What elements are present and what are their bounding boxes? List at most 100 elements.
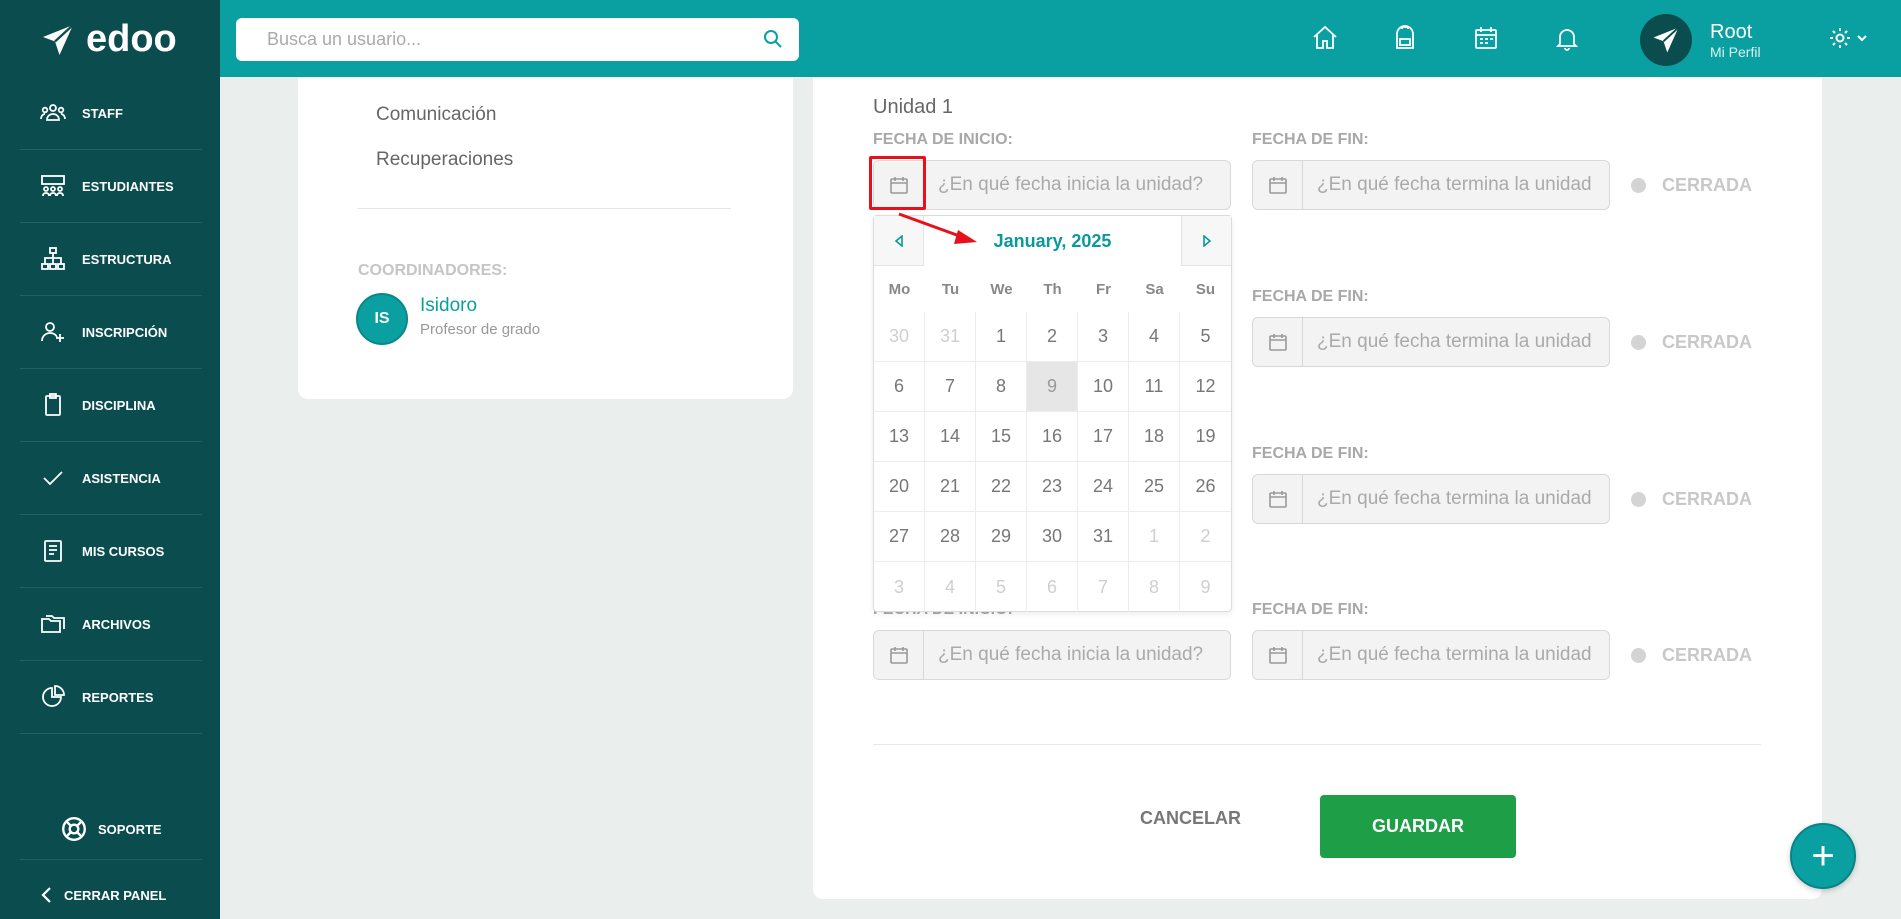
calendar-day[interactable]: 15 [976, 412, 1027, 462]
caret-right-icon [1202, 235, 1211, 247]
start-date-field [873, 630, 1231, 680]
cancel-button[interactable]: CANCELAR [1140, 808, 1241, 829]
calendar-day[interactable]: 18 [1129, 412, 1180, 462]
sidebar-item-label: STAFF [82, 105, 123, 121]
start-date-calendar-button[interactable] [874, 631, 924, 679]
brand-logo[interactable]: edoo [40, 18, 177, 61]
avatar[interactable] [1640, 14, 1692, 66]
weekday-label: Sa [1145, 280, 1164, 298]
sidebar-item-disciplina[interactable]: DISCIPLINA [20, 369, 202, 442]
calendar-day[interactable]: 6 [1027, 562, 1078, 612]
sidebar-item-estudiantes[interactable]: ESTUDIANTES [20, 150, 202, 223]
calendar-day[interactable]: 23 [1027, 462, 1078, 512]
calendar-button[interactable] [1472, 24, 1502, 54]
calendar-day[interactable]: 4 [1129, 312, 1180, 362]
sidebar-item-estructura[interactable]: ESTRUCTURA [20, 223, 202, 296]
staff-icon [40, 104, 66, 121]
calendar-day[interactable]: 30 [1027, 512, 1078, 562]
home-button[interactable] [1311, 24, 1341, 54]
prev-month-button[interactable] [874, 216, 924, 266]
calendar-day[interactable]: 8 [976, 362, 1027, 412]
calendar-day[interactable]: 3 [874, 562, 925, 612]
unit-title: Unidad 1 [873, 96, 954, 118]
calendar-day[interactable]: 25 [1129, 462, 1180, 512]
weekday-header: Mo Tu We Th Fr Sa Su [874, 266, 1231, 312]
calendar-day[interactable]: 27 [874, 512, 925, 562]
side-link-recuperaciones[interactable]: Recuperaciones [376, 149, 513, 171]
calendar-day[interactable]: 9 [1027, 362, 1078, 412]
calendar-day[interactable]: 20 [874, 462, 925, 512]
start-date-input[interactable] [938, 644, 1228, 666]
user-name[interactable]: Root [1710, 21, 1752, 44]
end-date-field [1252, 160, 1610, 210]
pie-chart-icon [42, 685, 65, 707]
sidebar-item-reportes[interactable]: REPORTES [20, 661, 202, 734]
start-date-input[interactable] [938, 174, 1228, 196]
close-panel-button[interactable]: CERRAR PANEL [40, 886, 166, 904]
support-link[interactable]: SOPORTE [60, 815, 162, 843]
calendar-day[interactable]: 28 [925, 512, 976, 562]
search-input[interactable] [267, 29, 747, 50]
calendar-day[interactable]: 13 [874, 412, 925, 462]
end-date-input[interactable] [1317, 174, 1607, 196]
end-date-calendar-button[interactable] [1253, 631, 1303, 679]
coordinator-name[interactable]: Isidoro [420, 295, 477, 317]
calendar-day[interactable]: 17 [1078, 412, 1129, 462]
end-date-calendar-button[interactable] [1253, 475, 1303, 523]
calendar-day[interactable]: 24 [1078, 462, 1129, 512]
calendar-day[interactable]: 5 [1180, 312, 1231, 362]
calendar-day[interactable]: 30 [874, 312, 925, 362]
end-date-calendar-button[interactable] [1253, 318, 1303, 366]
sidebar-item-staff[interactable]: STAFF [20, 77, 202, 150]
calendar-day[interactable]: 11 [1129, 362, 1180, 412]
notifications-button[interactable] [1553, 24, 1583, 54]
calendar-day[interactable]: 21 [925, 462, 976, 512]
calendar-day[interactable]: 7 [925, 362, 976, 412]
calendar-day[interactable]: 5 [976, 562, 1027, 612]
caret-down-icon [1857, 35, 1867, 42]
calendar-day[interactable]: 9 [1180, 562, 1231, 612]
backpack-button[interactable] [1391, 24, 1421, 54]
save-button[interactable]: GUARDAR [1320, 795, 1516, 858]
datepicker-days: 30 31 1 2 3 4 5 6 7 8 9 10 11 12 13 14 15 16 17 18 19 20 21 22 2… [874, 312, 1231, 612]
calendar-day[interactable]: 31 [1078, 512, 1129, 562]
search-icon[interactable] [763, 29, 783, 49]
calendar-icon [1268, 647, 1287, 664]
calendar-day[interactable]: 29 [976, 512, 1027, 562]
calendar-day[interactable]: 19 [1180, 412, 1231, 462]
sidebar-item-mis-cursos[interactable]: MIS CURSOS [20, 515, 202, 588]
calendar-day[interactable]: 6 [874, 362, 925, 412]
profile-link[interactable]: Mi Perfil [1710, 44, 1761, 60]
calendar-day[interactable]: 2 [1027, 312, 1078, 362]
calendar-day[interactable]: 31 [925, 312, 976, 362]
add-fab-button[interactable]: + [1790, 823, 1856, 889]
calendar-day[interactable]: 3 [1078, 312, 1129, 362]
calendar-day[interactable]: 12 [1180, 362, 1231, 412]
calendar-day[interactable]: 1 [976, 312, 1027, 362]
calendar-day[interactable]: 1 [1129, 512, 1180, 562]
weekday-label: Su [1195, 280, 1216, 298]
chevron-left-icon [41, 887, 51, 903]
status-badge: CERRADA [1631, 489, 1752, 510]
sidebar-item-asistencia[interactable]: ASISTENCIA [20, 442, 202, 515]
calendar-day[interactable]: 26 [1180, 462, 1231, 512]
end-date-calendar-button[interactable] [1253, 161, 1303, 209]
calendar-day[interactable]: 8 [1129, 562, 1180, 612]
book-icon [44, 540, 62, 562]
sidebar-item-archivos[interactable]: ARCHIVOS [20, 588, 202, 661]
sidebar-item-inscripcion[interactable]: INSCRIPCIÓN [20, 296, 202, 369]
next-month-button[interactable] [1181, 216, 1231, 266]
calendar-day[interactable]: 14 [925, 412, 976, 462]
calendar-day[interactable]: 16 [1027, 412, 1078, 462]
calendar-day[interactable]: 4 [925, 562, 976, 612]
settings-menu[interactable] [1828, 26, 1868, 50]
calendar-day[interactable]: 22 [976, 462, 1027, 512]
datepicker-month-title[interactable]: January, 2025 [924, 216, 1181, 266]
calendar-day[interactable]: 7 [1078, 562, 1129, 612]
end-date-input[interactable] [1317, 644, 1607, 666]
side-link-comunicacion[interactable]: Comunicación [376, 104, 496, 126]
calendar-day[interactable]: 10 [1078, 362, 1129, 412]
end-date-input[interactable] [1317, 488, 1607, 510]
calendar-day[interactable]: 2 [1180, 512, 1231, 562]
end-date-input[interactable] [1317, 331, 1607, 353]
